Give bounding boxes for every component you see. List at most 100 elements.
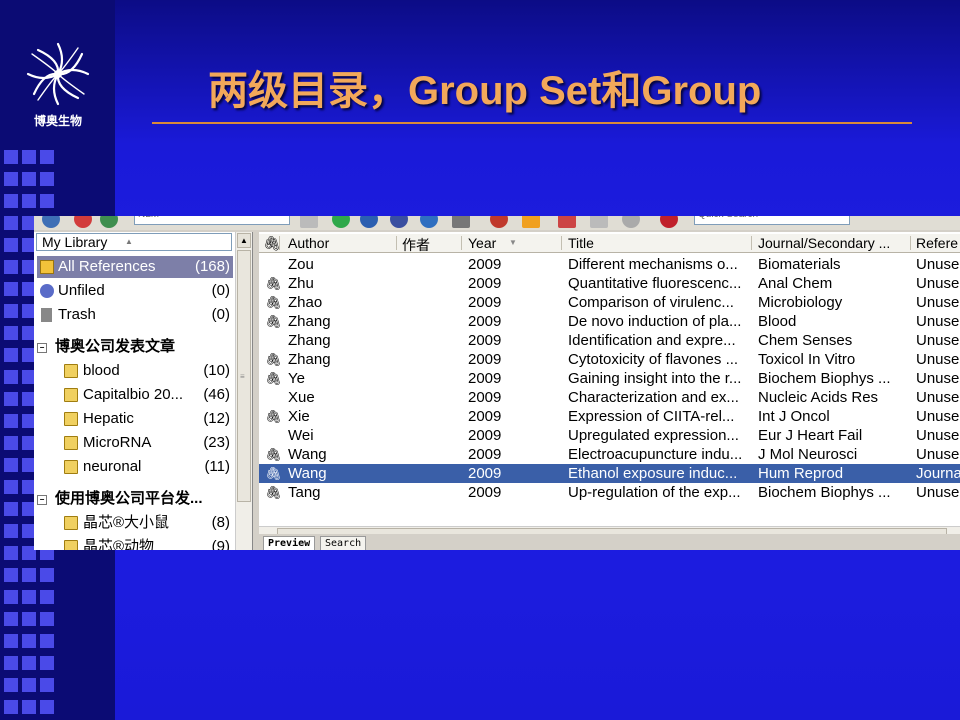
- group-set-header[interactable]: − 博奥公司发表文章: [37, 336, 233, 358]
- column-year[interactable]: Year: [468, 235, 496, 251]
- open-icon[interactable]: [42, 216, 60, 228]
- group-item[interactable]: Hepatic (12): [37, 408, 233, 430]
- reference-row[interactable]: Xue 2009 Characterization and ex... Nucleic…: [259, 388, 960, 407]
- attachment-icon: 🖇: [265, 295, 282, 310]
- reference-row[interactable]: Zhang 2009 Identification and expre... Chem…: [259, 331, 960, 350]
- cell-journal: Nucleic Acids Res: [758, 389, 879, 406]
- reference-row[interactable]: 🖇 Zhang 2009 Cytotoxicity of flavones ... To…: [259, 350, 960, 369]
- reference-row[interactable]: 🖇 Tang 2009 Up-regulation of the exp... Bioc…: [259, 483, 960, 502]
- group-set-header[interactable]: − 使用博奥公司平台发...: [37, 488, 233, 510]
- output-style-select[interactable]: NLM: [134, 216, 290, 225]
- folder-icon[interactable]: [522, 216, 540, 228]
- cell-year: 2009: [468, 370, 502, 387]
- decor-square: [4, 568, 18, 582]
- group-label: blood: [83, 362, 120, 379]
- group-label: neuronal: [83, 458, 142, 475]
- decor-square: [4, 150, 18, 164]
- reference-row[interactable]: 🖇 Ye 2009 Gaining insight into the r... Bioc…: [259, 369, 960, 388]
- scroll-up-icon[interactable]: ▲: [237, 233, 251, 248]
- cell-title: Comparison of virulenc...: [568, 294, 734, 311]
- group-label: Hepatic: [83, 410, 134, 427]
- group-unfiled[interactable]: Unfiled (0): [37, 280, 233, 302]
- decor-square: [4, 238, 18, 252]
- my-library-header[interactable]: My Library ▲: [36, 233, 232, 251]
- decor-square: [4, 634, 18, 648]
- cell-ref: Journa: [916, 465, 960, 482]
- group-count: (168): [194, 258, 230, 275]
- globe-icon[interactable]: [100, 216, 118, 228]
- decor-square: [22, 700, 36, 714]
- group-item[interactable]: MicroRNA (23): [37, 432, 233, 454]
- bottom-tab-bar: Preview Search: [259, 534, 960, 550]
- print-icon[interactable]: [622, 216, 640, 228]
- group-set-label: 博奥公司发表文章: [55, 338, 176, 355]
- unfiled-icon: [40, 284, 54, 298]
- cell-ref: Unuse: [916, 275, 960, 292]
- insert-citation-icon[interactable]: [300, 216, 318, 228]
- document-icon[interactable]: [452, 216, 470, 228]
- decor-square: [22, 150, 36, 164]
- decor-square: [4, 502, 18, 516]
- column-title[interactable]: Title: [568, 235, 594, 251]
- mail-icon[interactable]: [558, 216, 576, 228]
- column-author-cn[interactable]: 作者: [402, 235, 430, 255]
- group-item[interactable]: Capitalbio 20... (46): [37, 384, 233, 406]
- info-icon[interactable]: [420, 216, 438, 228]
- slide-title: 两级目录，Group Set和Group: [208, 69, 762, 113]
- web-icon[interactable]: [490, 216, 508, 228]
- cell-journal: Int J Oncol: [758, 408, 830, 425]
- group-label: All References: [58, 258, 156, 275]
- cell-author: Zou: [288, 256, 314, 273]
- reference-row[interactable]: 🖇 Zhu 2009 Quantitative fluorescenc... Anal …: [259, 274, 960, 293]
- decor-square: [4, 304, 18, 318]
- cell-journal: Biomaterials: [758, 256, 841, 273]
- decor-square: [22, 590, 36, 604]
- column-reference-type[interactable]: Refere: [916, 235, 958, 251]
- decor-square: [4, 656, 18, 670]
- reference-row[interactable]: Zou 2009 Different mechanisms o... Biomater…: [259, 255, 960, 274]
- cell-ref: Unuse: [916, 427, 960, 444]
- folder-icon: [64, 516, 78, 530]
- decor-square: [4, 370, 18, 384]
- group-item[interactable]: blood (10): [37, 360, 233, 382]
- folder-icon: [64, 540, 78, 550]
- group-item[interactable]: 晶芯®大小鼠 (8): [37, 512, 233, 534]
- sync-icon[interactable]: [74, 216, 92, 228]
- decor-square: [40, 634, 54, 648]
- decor-square: [40, 150, 54, 164]
- reference-row[interactable]: 🖇 Wang 2009 Electroacupuncture indu... J Mol…: [259, 445, 960, 464]
- group-label: Trash: [58, 306, 96, 323]
- quick-search-input[interactable]: Quick Search: [694, 216, 850, 225]
- tab-search[interactable]: Search: [320, 536, 367, 550]
- column-author[interactable]: Author: [288, 235, 329, 251]
- add-reference-icon[interactable]: [332, 216, 350, 228]
- group-trash[interactable]: Trash (0): [37, 304, 233, 326]
- help-icon[interactable]: [660, 216, 678, 228]
- column-journal[interactable]: Journal/Secondary ...: [758, 235, 890, 251]
- reference-row[interactable]: Wei 2009 Upregulated expression... Eur J He…: [259, 426, 960, 445]
- cell-title: Up-regulation of the exp...: [568, 484, 741, 501]
- reference-row[interactable]: 🖇 Zhang 2009 De novo induction of pla... Blo…: [259, 312, 960, 331]
- group-all-references[interactable]: All References (168): [37, 256, 233, 278]
- cell-title: De novo induction of pla...: [568, 313, 742, 330]
- decor-square: [4, 348, 18, 362]
- tab-preview[interactable]: Preview: [263, 536, 316, 550]
- group-label: 晶芯®大小鼠: [83, 514, 170, 531]
- cell-title: Gaining insight into the r...: [568, 370, 742, 387]
- cell-ref: Unuse: [916, 256, 960, 273]
- cell-year: 2009: [468, 275, 502, 292]
- group-item[interactable]: 晶芯®动物 (9): [37, 536, 233, 550]
- reference-row[interactable]: 🖇 Wang 2009 Ethanol exposure induc... Hum Re…: [259, 464, 960, 483]
- folder-icon: [64, 436, 78, 450]
- collapse-icon[interactable]: −: [37, 495, 47, 505]
- group-item[interactable]: neuronal (11): [37, 456, 233, 478]
- find-icon[interactable]: [360, 216, 378, 228]
- reference-row[interactable]: 🖇 Xie 2009 Expression of CIITA-rel... Int J …: [259, 407, 960, 426]
- collapse-icon[interactable]: −: [37, 343, 47, 353]
- export-icon[interactable]: [590, 216, 608, 228]
- groups-scrollbar[interactable]: ▲ ≡: [235, 232, 252, 550]
- cell-author: Ye: [288, 370, 305, 387]
- reference-row[interactable]: 🖇 Zhao 2009 Comparison of virulenc... Microb…: [259, 293, 960, 312]
- cell-journal: Anal Chem: [758, 275, 833, 292]
- download-icon[interactable]: [390, 216, 408, 228]
